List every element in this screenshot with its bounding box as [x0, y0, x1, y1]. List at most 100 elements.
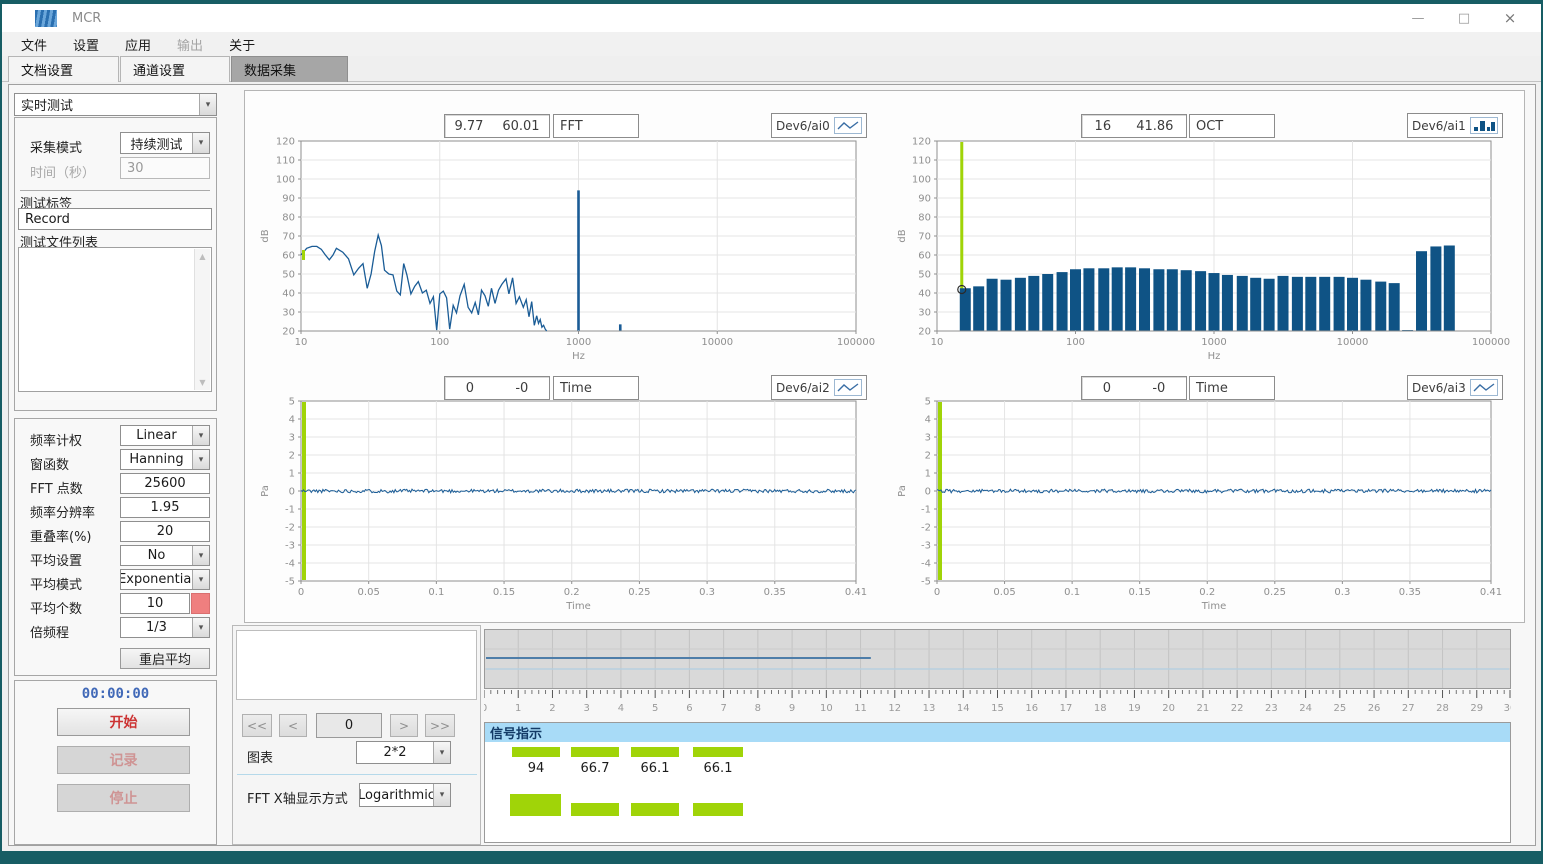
svg-text:30: 30	[1504, 703, 1511, 714]
time-chart-panel-1: -5-4-3-2-101234500.050.10.150.20.250.30.…	[248, 373, 881, 623]
svg-text:11: 11	[854, 703, 867, 714]
time-chart-panel-2: -5-4-3-2-101234500.050.10.150.20.250.30.…	[885, 373, 1523, 623]
test-mode-select[interactable]: 实时测试 ▾	[14, 93, 217, 116]
svg-text:29: 29	[1470, 703, 1483, 714]
svg-text:120: 120	[276, 137, 295, 148]
nav-last-button[interactable]: >>	[425, 714, 455, 737]
record-timeline[interactable]: 0123456789101112131415161718192021222324…	[484, 629, 1511, 717]
scroll-up-icon[interactable]: ▲	[195, 249, 210, 264]
test-file-list[interactable]: ▲ ▼	[18, 247, 212, 392]
signal-indicator-panel: 信号指示 9466.766.166.1	[484, 722, 1511, 843]
fft-points-input[interactable]: 25600	[120, 473, 210, 494]
svg-text:0.1: 0.1	[1064, 587, 1080, 598]
chevron-down-icon: ▾	[192, 618, 209, 637]
channel-selector[interactable]: Dev6/ai1	[1407, 113, 1503, 138]
svg-text:20: 20	[1162, 703, 1175, 714]
cursor-readout: 9.7760.01	[444, 114, 550, 138]
svg-text:100: 100	[430, 337, 449, 348]
line-chart-icon	[834, 117, 862, 134]
tab-document-settings[interactable]: 文档设置	[8, 56, 119, 82]
chevron-down-icon: ▾	[192, 546, 209, 565]
scroll-down-icon[interactable]: ▼	[195, 375, 210, 390]
window-border-bottom	[0, 851, 1543, 864]
svg-text:0.25: 0.25	[1264, 587, 1286, 598]
start-button[interactable]: 开始	[57, 708, 190, 736]
freq-weighting-select[interactable]: Linear▾	[120, 425, 210, 446]
svg-text:19: 19	[1128, 703, 1141, 714]
maximize-button[interactable]: □	[1441, 4, 1487, 32]
svg-text:12: 12	[888, 703, 901, 714]
svg-text:25: 25	[1333, 703, 1346, 714]
freq-resolution-input[interactable]: 1.95	[120, 497, 210, 518]
average-count-input[interactable]: 10	[120, 593, 190, 614]
svg-text:50: 50	[282, 270, 295, 281]
signal-level-value: 66.1	[625, 761, 685, 776]
svg-text:23: 23	[1265, 703, 1278, 714]
svg-text:60: 60	[282, 251, 295, 262]
channel-selector[interactable]: Dev6/ai3	[1407, 375, 1503, 400]
info-box	[236, 630, 477, 700]
signal-panel-title: 信号指示	[485, 723, 1510, 742]
svg-text:Time: Time	[1201, 601, 1226, 612]
average-count-flag	[191, 593, 210, 614]
cursor-readout: 1641.86	[1081, 114, 1187, 138]
nav-first-button[interactable]: <<	[242, 714, 272, 737]
channel-selector[interactable]: Dev6/ai2	[771, 375, 867, 400]
minimize-button[interactable]: —	[1395, 4, 1441, 32]
svg-text:1000: 1000	[1201, 337, 1226, 348]
svg-text:0.2: 0.2	[1199, 587, 1215, 598]
close-button[interactable]: ×	[1487, 4, 1533, 32]
record-button: 记录	[57, 746, 190, 774]
file-list-scrollbar[interactable]: ▲ ▼	[194, 249, 210, 390]
test-tag-input[interactable]: Record	[18, 208, 212, 230]
nav-prev-button[interactable]: <	[279, 714, 307, 737]
svg-text:0: 0	[298, 587, 304, 598]
divider	[20, 190, 210, 191]
time-plot-2[interactable]: -5-4-3-2-101234500.050.10.150.20.250.30.…	[885, 373, 1523, 623]
svg-text:0.35: 0.35	[1399, 587, 1421, 598]
svg-text:4: 4	[289, 415, 295, 426]
param-label: 倍频程	[30, 622, 69, 641]
svg-text:4: 4	[618, 703, 624, 714]
svg-text:0.25: 0.25	[628, 587, 650, 598]
menu-application[interactable]: 应用	[122, 33, 154, 56]
fft-axis-mode-select[interactable]: Logarithmic▾	[359, 783, 451, 807]
svg-text:3: 3	[925, 433, 931, 444]
acq-mode-select[interactable]: 持续测试 ▾	[120, 132, 210, 154]
window-function-select[interactable]: Hanning▾	[120, 449, 210, 470]
svg-text:0.41: 0.41	[845, 587, 867, 598]
cursor-readout: 0-0	[444, 376, 550, 400]
param-label: 窗函数	[30, 454, 69, 473]
average-mode-select[interactable]: Exponential▾	[120, 569, 210, 590]
time-label: 时间（秒）	[30, 162, 95, 181]
time-plot-1[interactable]: -5-4-3-2-101234500.050.10.150.20.250.30.…	[248, 373, 881, 623]
nav-next-button[interactable]: >	[390, 714, 418, 737]
page-counter[interactable]: 0	[316, 713, 382, 738]
svg-text:120: 120	[912, 137, 931, 148]
svg-text:21: 21	[1197, 703, 1210, 714]
display-controls-panel: << < 0 > >> 图表 2*2▾ FFT X轴显示方式 Logarithm…	[232, 625, 481, 845]
svg-text:10: 10	[820, 703, 833, 714]
channel-selector[interactable]: Dev6/ai0	[771, 113, 867, 138]
average-setting-select[interactable]: No▾	[120, 545, 210, 566]
stop-button: 停止	[57, 784, 190, 812]
svg-text:-3: -3	[285, 541, 295, 552]
tab-data-acquisition[interactable]: 数据采集	[231, 56, 348, 82]
restart-average-button[interactable]: 重启平均	[120, 648, 210, 669]
svg-text:3: 3	[584, 703, 590, 714]
menu-settings[interactable]: 设置	[70, 33, 102, 56]
chart-layout-select[interactable]: 2*2▾	[356, 741, 451, 764]
overlap-input[interactable]: 20	[120, 521, 210, 542]
menu-output: 输出	[174, 33, 206, 56]
signal-status-bar	[571, 803, 619, 816]
svg-text:0.35: 0.35	[764, 587, 786, 598]
tab-channel-settings[interactable]: 通道设置	[120, 56, 230, 82]
menu-file[interactable]: 文件	[18, 33, 50, 56]
menu-about[interactable]: 关于	[226, 33, 258, 56]
octave-select[interactable]: 1/3▾	[120, 617, 210, 638]
svg-text:0: 0	[925, 487, 931, 498]
svg-text:6: 6	[686, 703, 692, 714]
menu-bar: 文件 设置 应用 输出 关于	[2, 32, 1541, 56]
divider	[237, 774, 477, 775]
svg-text:18: 18	[1094, 703, 1107, 714]
